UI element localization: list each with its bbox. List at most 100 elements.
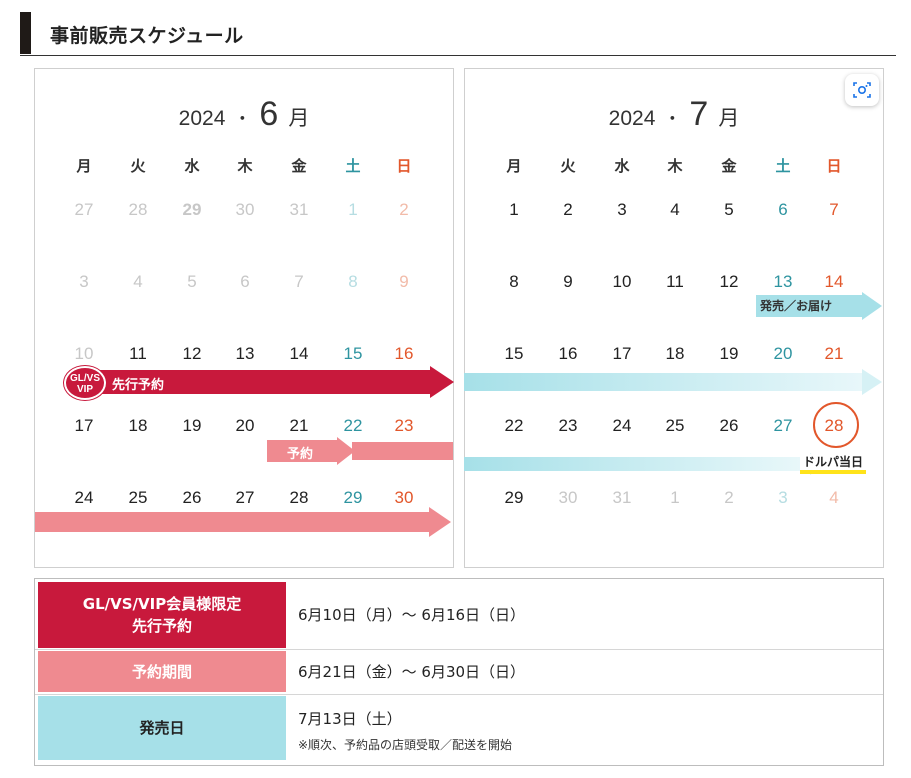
calendar-day: 30 — [394, 488, 414, 507]
weekday-header: 土 — [345, 157, 361, 175]
calendar-day: 19 — [719, 344, 739, 363]
calendar-day: 25 — [128, 488, 148, 507]
calendar-day: 20 — [235, 416, 255, 435]
calendar-day: 28 — [289, 488, 309, 507]
advance-reservation-cell: GL/VS/VIP会員様限定 先行予約 — [38, 582, 286, 648]
calendar-day: 29 — [182, 200, 202, 219]
release-delivery-label: 発売／お届け — [760, 299, 833, 313]
weekday-header: 金 — [721, 157, 737, 175]
calendar-day: 20 — [773, 344, 793, 363]
year: 2024 — [608, 107, 656, 130]
calendar-day: 17 — [74, 416, 94, 435]
calendar-day: 14 — [824, 272, 844, 291]
calendar-day: 8 — [509, 272, 519, 291]
reservation-label: 予約 — [287, 447, 314, 462]
schedule-table: GL/VS/VIP会員様限定 先行予約 6月10日（月）～ 6月16日（日） 予… — [34, 578, 884, 766]
calendar-day: 13 — [235, 344, 255, 363]
calendar-day: 12 — [182, 344, 202, 363]
calendar-day: 2 — [563, 200, 573, 219]
weekday-header: 火 — [130, 157, 146, 175]
weekday-header: 月 — [76, 157, 92, 175]
calendar-day: 30 — [558, 488, 578, 507]
calendar-day: 6 — [778, 200, 788, 219]
weekday-header: 月 — [506, 157, 522, 175]
year: 2024 — [178, 107, 226, 130]
month: 6 — [259, 95, 279, 133]
calendar-day: 10 — [74, 344, 94, 363]
calendar-day: 23 — [394, 416, 414, 435]
calendar-day: 2 — [724, 488, 734, 507]
calendar-day: 11 — [666, 272, 684, 291]
weekday-header: 火 — [560, 157, 576, 175]
calendar-day: 3 — [79, 272, 89, 291]
weekday-header: 水 — [614, 157, 630, 175]
calendar-day: 26 — [182, 488, 202, 507]
calendar-day: 30 — [235, 200, 255, 219]
weekday-header: 土 — [775, 157, 791, 175]
calendar-day: 22 — [343, 416, 363, 435]
calendar-day: 25 — [665, 416, 685, 435]
calendar-day: 28 — [128, 200, 148, 219]
calendar-day: 3 — [778, 488, 788, 507]
table-row: GL/VS/VIP会員様限定 先行予約 6月10日（月）～ 6月16日（日） — [35, 579, 883, 650]
weekday-header: 木 — [667, 157, 683, 175]
member-badge: GL/VS VIP — [64, 366, 106, 400]
calendar-day: 4 — [829, 488, 839, 507]
reservation-period-value: 6月21日（金）～ 6月30日（日） — [298, 663, 526, 681]
calendar-day: 1 — [348, 200, 358, 219]
calendar-day: 21 — [824, 344, 844, 363]
section-header: 事前販売スケジュール — [20, 12, 896, 56]
release-date-cell: 発売日 — [38, 696, 286, 760]
calendar-day: 4 — [670, 200, 680, 219]
calendar-day: 6 — [240, 272, 250, 291]
weekday-header: 水 — [184, 157, 200, 175]
page-title: 事前販売スケジュール — [50, 25, 244, 47]
calendar-day: 27 — [235, 488, 255, 507]
header-accent-bar — [20, 12, 31, 54]
calendar-day: 22 — [504, 416, 524, 435]
calendar-title-july: 2024 ・ 7 月 — [608, 95, 740, 133]
calendar-day: 14 — [289, 344, 309, 363]
month: 7 — [689, 95, 709, 133]
calendar-day: 2 — [399, 200, 409, 219]
calendar-day: 10 — [612, 272, 632, 291]
advance-reservation-period: 6月10日（月）～ 6月16日（日） — [298, 606, 526, 624]
calendar-day: 21 — [289, 416, 309, 435]
calendar-day: 16 — [394, 344, 414, 363]
calendar-day: 5 — [724, 200, 734, 219]
calendar-day: 1 — [670, 488, 680, 507]
calendar-day: 28 — [824, 416, 844, 435]
reservation-arrow-tail — [352, 442, 453, 460]
release-note: ※順次、予約品の店頭受取／配送を開始 — [298, 738, 513, 752]
calendar-day: 3 — [617, 200, 627, 219]
calendar-day: 29 — [504, 488, 524, 507]
weekday-header: 木 — [237, 157, 253, 175]
dollfie-event-day-tag: ドルパ当日 — [800, 454, 867, 474]
calendar-day: 31 — [289, 200, 309, 219]
calendar-day: 27 — [773, 416, 793, 435]
calendar-day: 24 — [612, 416, 632, 435]
calendar-day: 5 — [187, 272, 197, 291]
calendar-day: 11 — [129, 344, 147, 363]
calendar-day: 7 — [829, 200, 839, 219]
calendar-day: 15 — [504, 344, 524, 363]
calendar-day: 7 — [294, 272, 304, 291]
calendar-day: 1 — [509, 200, 519, 219]
calendar-day: 18 — [128, 416, 148, 435]
calendar-day: 31 — [612, 488, 632, 507]
calendar-day: 17 — [612, 344, 632, 363]
calendar-day: 9 — [563, 272, 573, 291]
calendar-day: 13 — [773, 272, 793, 291]
calendar-day: 29 — [343, 488, 363, 507]
calendar-day: 9 — [399, 272, 409, 291]
image-search-button[interactable] — [845, 74, 879, 106]
calendar-title-june: 2024 ・ 6 月 — [178, 95, 310, 133]
calendar-day: 19 — [182, 416, 202, 435]
calendar-day: 26 — [719, 416, 739, 435]
calendar-day: 8 — [348, 272, 358, 291]
calendar-day: 24 — [74, 488, 94, 507]
weekday-header: 日 — [396, 157, 412, 175]
reservation-period-cell: 予約期間 — [38, 651, 286, 692]
table-row: 予約期間 6月21日（金）～ 6月30日（日） — [35, 650, 883, 695]
calendar-day: 27 — [74, 200, 94, 219]
